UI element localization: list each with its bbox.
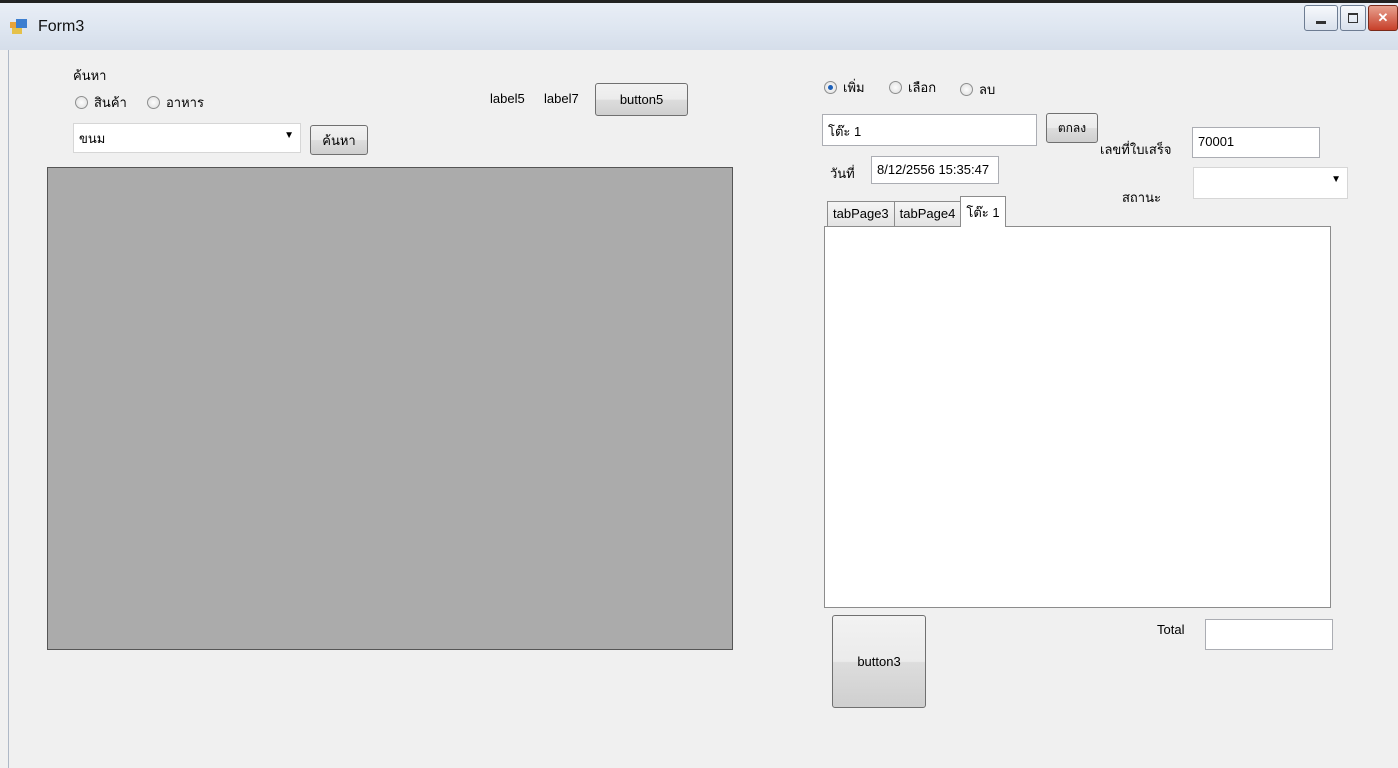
form-window: Form3 ✕ ค้นหา สินค้า อาหาร ขนม ▼ ค้นหา l… bbox=[0, 0, 1398, 768]
radio-food-dot bbox=[147, 96, 160, 109]
minimize-button[interactable] bbox=[1304, 5, 1338, 31]
tab-page4[interactable]: tabPage4 bbox=[893, 201, 962, 227]
receipt-number-label: เลขที่ใบเสร็จ bbox=[1100, 142, 1172, 157]
table-input[interactable]: โต๊ะ 1 bbox=[822, 114, 1037, 146]
tab-content bbox=[824, 226, 1331, 608]
tab-table1[interactable]: โต๊ะ 1 bbox=[960, 196, 1006, 227]
radio-food-label: อาหาร bbox=[166, 95, 204, 110]
maximize-icon bbox=[1348, 13, 1358, 23]
category-combobox[interactable]: ขนม ▼ bbox=[73, 123, 301, 153]
search-label: ค้นหา bbox=[73, 68, 107, 83]
radio-product-label: สินค้า bbox=[94, 95, 127, 110]
radio-select-label: เลือก bbox=[908, 80, 937, 95]
radio-select-dot bbox=[889, 81, 902, 94]
chevron-down-icon[interactable]: ▼ bbox=[1331, 174, 1341, 185]
caption-buttons: ✕ bbox=[1302, 5, 1398, 33]
radio-select[interactable]: เลือก bbox=[889, 77, 936, 98]
tab-page3[interactable]: tabPage3 bbox=[827, 201, 895, 227]
window-title: Form3 bbox=[38, 18, 85, 35]
radio-delete-label: ลบ bbox=[979, 82, 996, 97]
button3[interactable]: button3 bbox=[832, 615, 926, 708]
close-icon: ✕ bbox=[1377, 10, 1389, 25]
product-panel[interactable] bbox=[47, 167, 733, 650]
title-bar[interactable]: Form3 ✕ bbox=[0, 0, 1398, 50]
minimize-icon bbox=[1316, 20, 1326, 24]
button5[interactable]: button5 bbox=[595, 83, 688, 116]
radio-food[interactable]: อาหาร bbox=[147, 92, 204, 113]
label5: label5 bbox=[490, 91, 525, 106]
radio-delete[interactable]: ลบ bbox=[960, 79, 995, 100]
chevron-down-icon[interactable]: ▼ bbox=[284, 130, 294, 141]
ok-button[interactable]: ตกลง bbox=[1046, 113, 1098, 143]
status-combobox[interactable]: ▼ bbox=[1193, 167, 1348, 199]
radio-add-dot bbox=[824, 81, 837, 94]
date-label: วันที่ bbox=[830, 166, 855, 181]
total-input[interactable] bbox=[1205, 619, 1333, 650]
maximize-button[interactable] bbox=[1340, 5, 1366, 31]
total-label: Total bbox=[1157, 622, 1185, 637]
receipt-number-input[interactable]: 70001 bbox=[1192, 127, 1320, 158]
radio-add[interactable]: เพิ่ม bbox=[824, 77, 865, 98]
date-picker[interactable]: 8/12/2556 15:35:47 bbox=[871, 156, 999, 184]
radio-product-dot bbox=[75, 96, 88, 109]
status-label: สถานะ bbox=[1122, 190, 1161, 205]
close-button[interactable]: ✕ bbox=[1368, 5, 1398, 31]
radio-add-label: เพิ่ม bbox=[843, 80, 865, 95]
category-combobox-value: ขนม bbox=[79, 131, 106, 146]
form-client-area: ค้นหา สินค้า อาหาร ขนม ▼ ค้นหา label5 la… bbox=[8, 50, 1398, 768]
label7: label7 bbox=[544, 91, 579, 106]
radio-delete-dot bbox=[960, 83, 973, 96]
radio-product[interactable]: สินค้า bbox=[75, 92, 127, 113]
search-button[interactable]: ค้นหา bbox=[310, 125, 368, 155]
app-icon bbox=[10, 19, 27, 34]
tab-strip: tabPage3 tabPage4 โต๊ะ 1 bbox=[827, 196, 1006, 227]
